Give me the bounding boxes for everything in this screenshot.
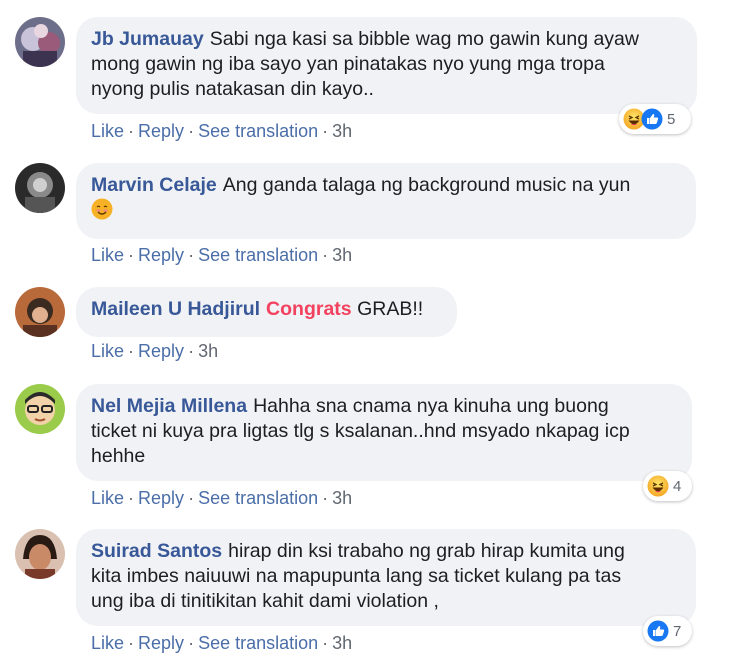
avatar[interactable] [15, 529, 65, 579]
comment-timestamp[interactable]: 3h [332, 245, 352, 265]
comment-text: Ang ganda talaga ng background music na … [222, 174, 631, 196]
like-link[interactable]: Like [91, 488, 124, 508]
comment-actions: Like · Reply · See translation · 3h [91, 488, 353, 508]
like-link[interactable]: Like [91, 341, 124, 361]
comment-actions: Like · Reply · See translation · 3h [91, 245, 353, 265]
reaction-summary[interactable]: 4 [643, 471, 692, 501]
avatar[interactable] [15, 287, 65, 337]
reply-link[interactable]: Reply [138, 245, 184, 265]
avatar[interactable] [15, 384, 65, 434]
reply-link[interactable]: Reply [138, 488, 184, 508]
smile-emoji-icon [91, 198, 113, 220]
comment-author[interactable]: Marvin Celaje [91, 174, 217, 196]
comment-timestamp[interactable]: 3h [198, 341, 218, 361]
comment-text: kita imbes naiuuwi na mapupunta lang sa … [91, 565, 622, 587]
comment-bubble: Marvin Celaje Ang ganda talaga ng backgro… [76, 163, 696, 239]
see-translation-link[interactable]: See translation [198, 488, 318, 508]
comment-bubble: Maileen U Hadjirul Congrats GRAB!! [76, 287, 457, 337]
comment-actions: Like · Reply · See translation · 3h [91, 121, 353, 141]
reaction-count: 4 [673, 477, 682, 495]
avatar[interactable] [15, 17, 65, 67]
comment-text: ung iba di tinitikitan kahit dami violat… [91, 590, 439, 612]
comment-text: hirap din ksi trabaho ng grab hirap kumi… [228, 540, 625, 562]
like-link[interactable]: Like [91, 121, 124, 141]
avatar[interactable] [15, 163, 65, 213]
reaction-count: 5 [667, 110, 676, 128]
comment-author[interactable]: Nel Mejia Millena [91, 395, 247, 417]
see-translation-link[interactable]: See translation [198, 245, 318, 265]
like-icon [641, 108, 663, 130]
comment-author[interactable]: Maileen U Hadjirul [91, 298, 260, 320]
haha-icon [647, 475, 669, 497]
comment-bubble: Nel Mejia Millena Hahha sna cnama nya kin… [76, 384, 692, 481]
reaction-count: 7 [673, 622, 682, 640]
reply-link[interactable]: Reply [138, 121, 184, 141]
comment-text: nyong pulis natakasan din kayo.. [91, 78, 374, 100]
comment-author[interactable]: Jb Jumauay [91, 28, 204, 50]
like-link[interactable]: Like [91, 633, 124, 653]
comment-text: Sabi nga kasi sa bibble wag mo gawin kun… [209, 28, 639, 50]
comment-text: ticket ni kuya pra ligtas tlg s ksalanan… [91, 420, 630, 442]
comment-bubble: Jb Jumauay Sabi nga kasi sa bibble wag mo… [76, 17, 697, 114]
see-translation-link[interactable]: See translation [198, 633, 318, 653]
comment-text: hehhe [91, 445, 146, 467]
like-icon [647, 620, 669, 642]
comment-text: Hahha sna cnama nya kinuha ung buong [253, 395, 609, 417]
reaction-summary[interactable]: 7 [643, 616, 692, 646]
see-translation-link[interactable]: See translation [198, 121, 318, 141]
comment-timestamp[interactable]: 3h [332, 633, 352, 653]
comment-author[interactable]: Suirad Santos [91, 540, 222, 562]
reply-link[interactable]: Reply [138, 341, 184, 361]
reaction-summary[interactable]: 5 [619, 104, 691, 134]
comment-text: mong gawin ng iba sayo yan pinatakas nyo… [91, 53, 605, 75]
comment-bubble: Suirad Santos hirap din ksi trabaho ng gr… [76, 529, 696, 626]
congrats-highlight: Congrats [266, 298, 352, 320]
comment-text: GRAB!! [357, 298, 424, 320]
comment-timestamp[interactable]: 3h [332, 121, 352, 141]
comment-actions: Like · Reply · 3h [91, 341, 219, 361]
comment-timestamp[interactable]: 3h [332, 488, 352, 508]
comment-actions: Like · Reply · See translation · 3h [91, 633, 353, 653]
reply-link[interactable]: Reply [138, 633, 184, 653]
like-link[interactable]: Like [91, 245, 124, 265]
